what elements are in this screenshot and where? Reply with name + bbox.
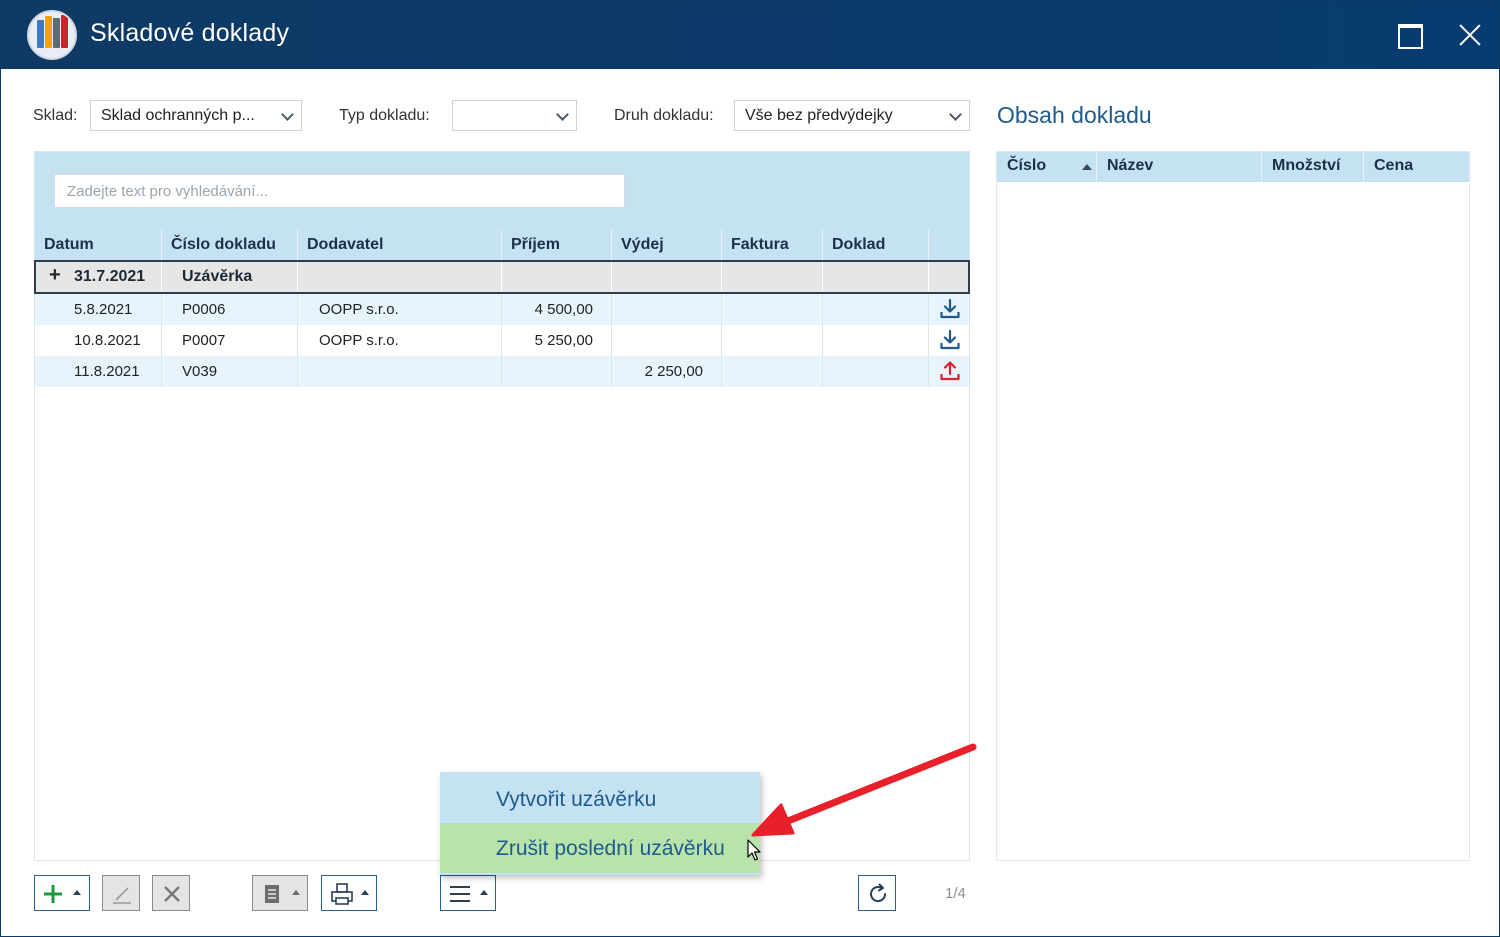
column-header-cislo[interactable]: Číslo bbox=[997, 152, 1097, 182]
caret-up-icon bbox=[73, 890, 81, 895]
refresh-icon bbox=[870, 883, 887, 903]
title-bar: Skladové doklady bbox=[1, 1, 1499, 69]
grid-header: Datum Číslo dokladu Dodavatel Příjem Výd… bbox=[35, 230, 969, 260]
caret-up-icon bbox=[292, 890, 300, 895]
column-header-cislo-label: Číslo bbox=[1007, 157, 1047, 174]
cell-vydej: 2 250,00 bbox=[612, 356, 722, 387]
cell-doklad bbox=[823, 325, 929, 356]
druh-dokladu-select-value: Vše bez předvýdejky bbox=[745, 107, 893, 124]
detail-grid-header: Číslo Název Množství Cena bbox=[997, 152, 1469, 182]
cell-prijem bbox=[502, 356, 612, 387]
page-indicator: 1/4 bbox=[945, 885, 966, 902]
druh-dokladu-label: Druh dokladu: bbox=[614, 107, 714, 124]
druh-dokladu-select[interactable]: Vše bez předvýdejky bbox=[734, 100, 970, 131]
window-title: Skladové doklady bbox=[90, 19, 290, 47]
cell-faktura bbox=[722, 356, 823, 387]
cell-faktura bbox=[722, 294, 823, 325]
document-icon bbox=[265, 885, 279, 903]
cell-dodavatel: OOPP s.r.o. bbox=[298, 325, 502, 356]
sort-ascending-icon bbox=[1082, 164, 1092, 170]
table-row[interactable]: 10.8.2021 P0007 OOPP s.r.o. 5 250,00 bbox=[35, 325, 969, 356]
books-logo-icon bbox=[27, 10, 77, 60]
group-cell bbox=[823, 262, 929, 292]
close-icon[interactable] bbox=[1450, 15, 1490, 55]
menu-button[interactable] bbox=[440, 875, 496, 911]
delete-x-icon bbox=[164, 886, 180, 902]
menu-item-vytvorit-uzaverku[interactable]: Vytvořit uzávěrku bbox=[440, 774, 760, 824]
group-cell bbox=[612, 262, 722, 292]
sklad-select-value: Sklad ochranných p... bbox=[101, 107, 255, 124]
cell-cislo: P0006 bbox=[162, 294, 298, 325]
cell-doklad bbox=[823, 356, 929, 387]
cell-cislo: P0007 bbox=[162, 325, 298, 356]
cell-vydej bbox=[612, 325, 722, 356]
document-button[interactable] bbox=[252, 875, 308, 911]
context-menu: Vytvořit uzávěrku Zrušit poslední uzávěr… bbox=[440, 772, 760, 875]
refresh-button[interactable] bbox=[858, 875, 896, 911]
typ-dokladu-label: Typ dokladu: bbox=[339, 107, 430, 124]
maximize-icon[interactable] bbox=[1389, 15, 1429, 55]
column-header-vydej[interactable]: Výdej bbox=[612, 230, 722, 260]
table-row[interactable]: 11.8.2021 V039 2 250,00 bbox=[35, 356, 969, 387]
upload-icon bbox=[940, 361, 960, 381]
app-window: Skladové doklady Sklad: Sklad ochranných… bbox=[0, 0, 1500, 937]
pencil-icon bbox=[113, 887, 131, 904]
add-button[interactable] bbox=[34, 875, 90, 911]
column-header-cislo-dokladu[interactable]: Číslo dokladu bbox=[162, 230, 298, 260]
column-header-type bbox=[929, 230, 969, 260]
edit-button[interactable] bbox=[102, 875, 140, 911]
group-cell bbox=[298, 262, 502, 292]
cell-cislo: V039 bbox=[162, 356, 298, 387]
typ-dokladu-select[interactable] bbox=[452, 100, 577, 131]
expand-plus-icon[interactable]: + bbox=[49, 264, 61, 287]
delete-button[interactable] bbox=[152, 875, 190, 911]
cell-prijem: 4 500,00 bbox=[502, 294, 612, 325]
cell-faktura bbox=[722, 325, 823, 356]
chevron-down-icon bbox=[556, 108, 569, 121]
column-header-prijem[interactable]: Příjem bbox=[502, 230, 612, 260]
search-band bbox=[35, 152, 969, 230]
group-cell bbox=[502, 262, 612, 292]
cell-datum: 5.8.2021 bbox=[35, 294, 162, 325]
column-header-cena[interactable]: Cena bbox=[1364, 152, 1469, 182]
cell-dodavatel bbox=[298, 356, 502, 387]
cell-datum: 10.8.2021 bbox=[35, 325, 162, 356]
column-header-mnozstvi[interactable]: Množství bbox=[1262, 152, 1364, 182]
caret-up-icon bbox=[361, 890, 369, 895]
column-header-datum[interactable]: Datum bbox=[35, 230, 162, 260]
detail-grid: Číslo Název Množství Cena bbox=[996, 151, 1470, 861]
print-button[interactable] bbox=[321, 875, 377, 911]
download-icon bbox=[940, 329, 960, 350]
column-header-faktura[interactable]: Faktura bbox=[722, 230, 823, 260]
column-header-dodavatel[interactable]: Dodavatel bbox=[298, 230, 502, 260]
printer-icon bbox=[331, 883, 353, 905]
column-header-doklad[interactable]: Doklad bbox=[823, 230, 929, 260]
documents-grid: Datum Číslo dokladu Dodavatel Příjem Výd… bbox=[34, 151, 970, 861]
chevron-down-icon bbox=[281, 108, 294, 121]
cell-vydej bbox=[612, 294, 722, 325]
sklad-select[interactable]: Sklad ochranných p... bbox=[90, 100, 302, 131]
cell-datum: 11.8.2021 bbox=[35, 356, 162, 387]
plus-icon bbox=[44, 885, 62, 903]
mouse-cursor-icon bbox=[747, 839, 761, 861]
search-input[interactable] bbox=[54, 174, 625, 208]
cell-prijem: 5 250,00 bbox=[502, 325, 612, 356]
cell-doklad bbox=[823, 294, 929, 325]
obsah-dokladu-title: Obsah dokladu bbox=[997, 102, 1152, 128]
group-label: Uzávěrka bbox=[162, 262, 298, 292]
hamburger-menu-icon bbox=[450, 886, 470, 902]
download-icon bbox=[940, 298, 960, 319]
table-row[interactable]: 5.8.2021 P0006 OOPP s.r.o. 4 500,00 bbox=[35, 294, 969, 325]
group-date: 31.7.2021 bbox=[74, 262, 162, 292]
sklad-label: Sklad: bbox=[33, 107, 78, 124]
cell-dodavatel: OOPP s.r.o. bbox=[298, 294, 502, 325]
column-header-nazev[interactable]: Název bbox=[1097, 152, 1262, 182]
caret-up-icon bbox=[480, 890, 488, 895]
menu-item-zrusit-posledni-uzaverku[interactable]: Zrušit poslední uzávěrku bbox=[440, 823, 760, 873]
group-cell bbox=[722, 262, 823, 292]
group-row-uzaverka[interactable]: + 31.7.2021 Uzávěrka bbox=[34, 260, 970, 294]
chevron-down-icon bbox=[949, 108, 962, 121]
